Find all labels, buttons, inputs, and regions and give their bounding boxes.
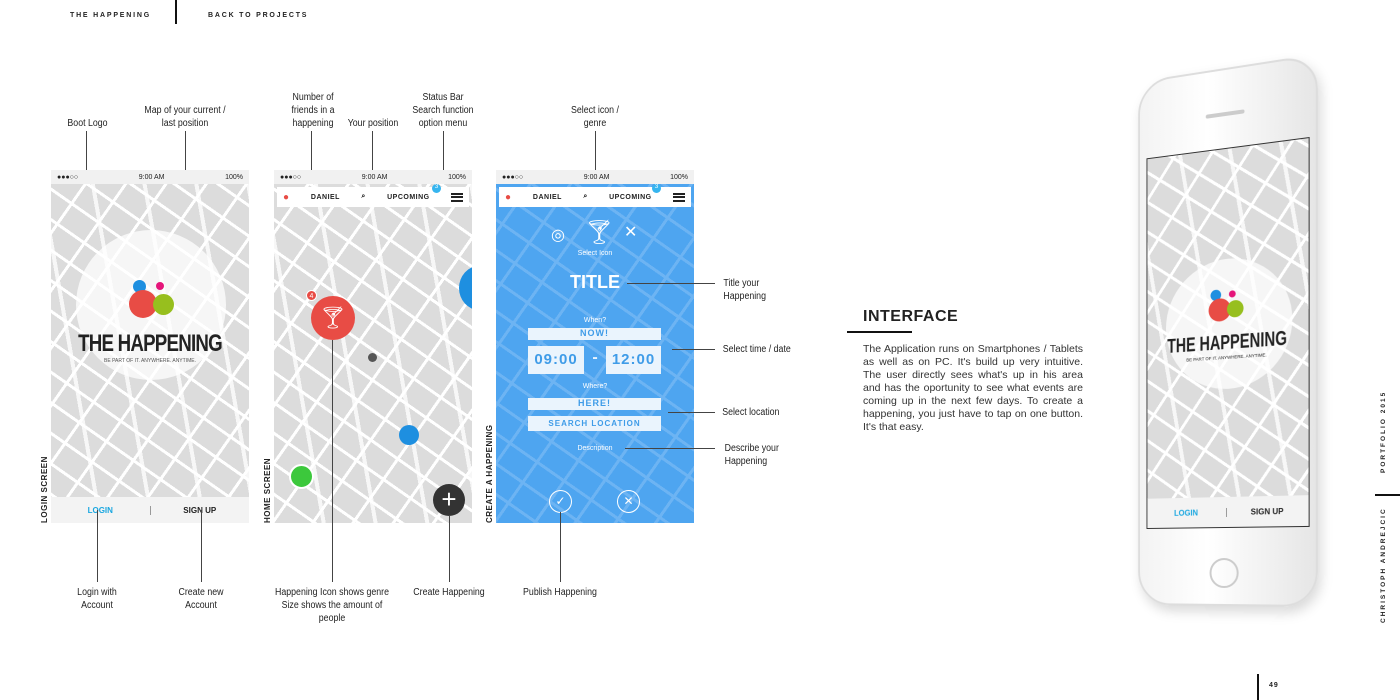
user-name[interactable]: DANIEL (533, 194, 562, 201)
heading-underline (847, 331, 912, 333)
happening-cocktail-marker[interactable]: 🍸︎ (311, 296, 355, 340)
annotation-create-account: Create new Account (178, 587, 224, 611)
upcoming-tab[interactable]: UPCOMING (387, 194, 430, 201)
annotation-select-icon: Select icon / genre (571, 105, 619, 129)
cocktail-icon[interactable]: 🍸︎ (584, 218, 614, 247)
menu-icon[interactable] (672, 192, 685, 202)
home-button[interactable] (1209, 557, 1239, 589)
status-bar: ●●●○○ 9:00 AM 100% (51, 170, 249, 184)
annotation-create: Create Happening (413, 587, 485, 598)
search-location-button[interactable]: SEARCH LOCATION (528, 416, 661, 431)
portfolio-label: PORTFOLIO 2015 (1380, 390, 1387, 473)
annotation-describe: Describe your Happening (724, 443, 779, 467)
menu-icon[interactable] (450, 192, 463, 202)
create-screen: ●●●○○ 9:00 AM 100% ● DANIEL ⌕ UPCOMING 3 ◎… (496, 170, 694, 523)
page-number: 49 (1269, 682, 1279, 689)
home-screen-label: HOME SCREEN (263, 457, 272, 523)
author-label: CHRISTOPH ANDREJCIC (1380, 507, 1387, 623)
cancel-button[interactable]: ✕ (617, 490, 640, 513)
nav-title[interactable]: THE HAPPENING (70, 12, 151, 19)
footer-divider (1257, 674, 1259, 700)
tagline: BE PART OF IT. ANYWHERE. ANYTIME. (104, 358, 196, 364)
friends-count-badge: 4 (306, 290, 317, 301)
annotation-map: Map of your current / last position (144, 105, 226, 129)
now-button[interactable]: NOW! (528, 328, 661, 340)
time-separator: - (592, 349, 598, 366)
interface-body: The Application runs on Smartphones / Ta… (863, 343, 1083, 433)
annotation-happening: Happening Icon shows genre Size shows th… (275, 587, 389, 624)
login-screen: ●●●○○ 9:00 AM 100% THE HAPPENING BE PART O… (51, 170, 249, 523)
nav-divider (175, 0, 177, 24)
signup-button[interactable]: SIGN UP (151, 506, 250, 515)
annotation-login: Login with Account (77, 587, 117, 611)
login-screen-label: LOGIN SCREEN (40, 456, 49, 523)
annotation-publish: Publish Happening (523, 587, 597, 598)
upcoming-badge: 3 (432, 184, 441, 193)
logo-icon[interactable]: ● (505, 192, 512, 203)
app-name: THE HAPPENING (78, 330, 223, 357)
where-label: Where? (582, 383, 608, 390)
user-name[interactable]: DANIEL (311, 194, 340, 201)
music-icon[interactable]: ◎ (551, 225, 565, 245)
home-screen: ●●●○○ 9:00 AM 100% ● DANIEL ⌕ UPCOMING 3 🍸… (274, 170, 472, 523)
upcoming-badge: 3 (652, 184, 661, 193)
iphone-mockup: THE HAPPENING BE PART OF IT. ANYWHERE. A… (1138, 53, 1318, 608)
login-button[interactable]: LOGIN (51, 505, 151, 515)
iphone-login-button[interactable]: LOGIN (1147, 507, 1227, 518)
search-icon[interactable]: ⌕ (583, 193, 587, 201)
annotation-time: Select time / date (722, 344, 791, 355)
food-icon[interactable]: ✕ (624, 222, 637, 242)
interface-heading: INTERFACE (863, 308, 959, 325)
publish-check-button[interactable]: ✓ (549, 490, 572, 513)
annotation-position: Your position (347, 118, 399, 129)
upcoming-tab[interactable]: UPCOMING (609, 194, 652, 201)
create-screen-label: CREATE A HAPPENING (485, 424, 494, 524)
select-icon-label: Select Icon (577, 250, 613, 257)
annotation-title: Title your Happening (723, 278, 766, 302)
here-button[interactable]: HERE! (528, 398, 661, 410)
app-logo (129, 278, 175, 330)
side-divider (1375, 494, 1400, 496)
annotation-friends: Number of friends in a happening (291, 92, 335, 129)
annotation-boot-logo: Boot Logo (67, 118, 108, 129)
when-label: When? (583, 317, 607, 324)
iphone-signup-button[interactable]: SIGN UP (1226, 506, 1308, 517)
annotation-location: Select location (722, 407, 780, 418)
search-icon[interactable]: ⌕ (361, 193, 365, 201)
end-time-field[interactable]: 12:00 (606, 346, 661, 374)
happening-marker-green[interactable] (289, 464, 314, 489)
create-happening-button[interactable]: + (433, 484, 465, 516)
back-to-projects-link[interactable]: BACK TO PROJECTS (208, 12, 308, 19)
your-position-marker (368, 353, 377, 362)
happening-marker-small[interactable] (399, 425, 419, 445)
start-time-field[interactable]: 09:00 (528, 346, 584, 374)
iphone-screen: THE HAPPENING BE PART OF IT. ANYWHERE. A… (1146, 136, 1310, 529)
logo-icon[interactable]: ● (283, 192, 290, 203)
annotation-status-bar: Status Bar Search function option menu (412, 92, 474, 129)
